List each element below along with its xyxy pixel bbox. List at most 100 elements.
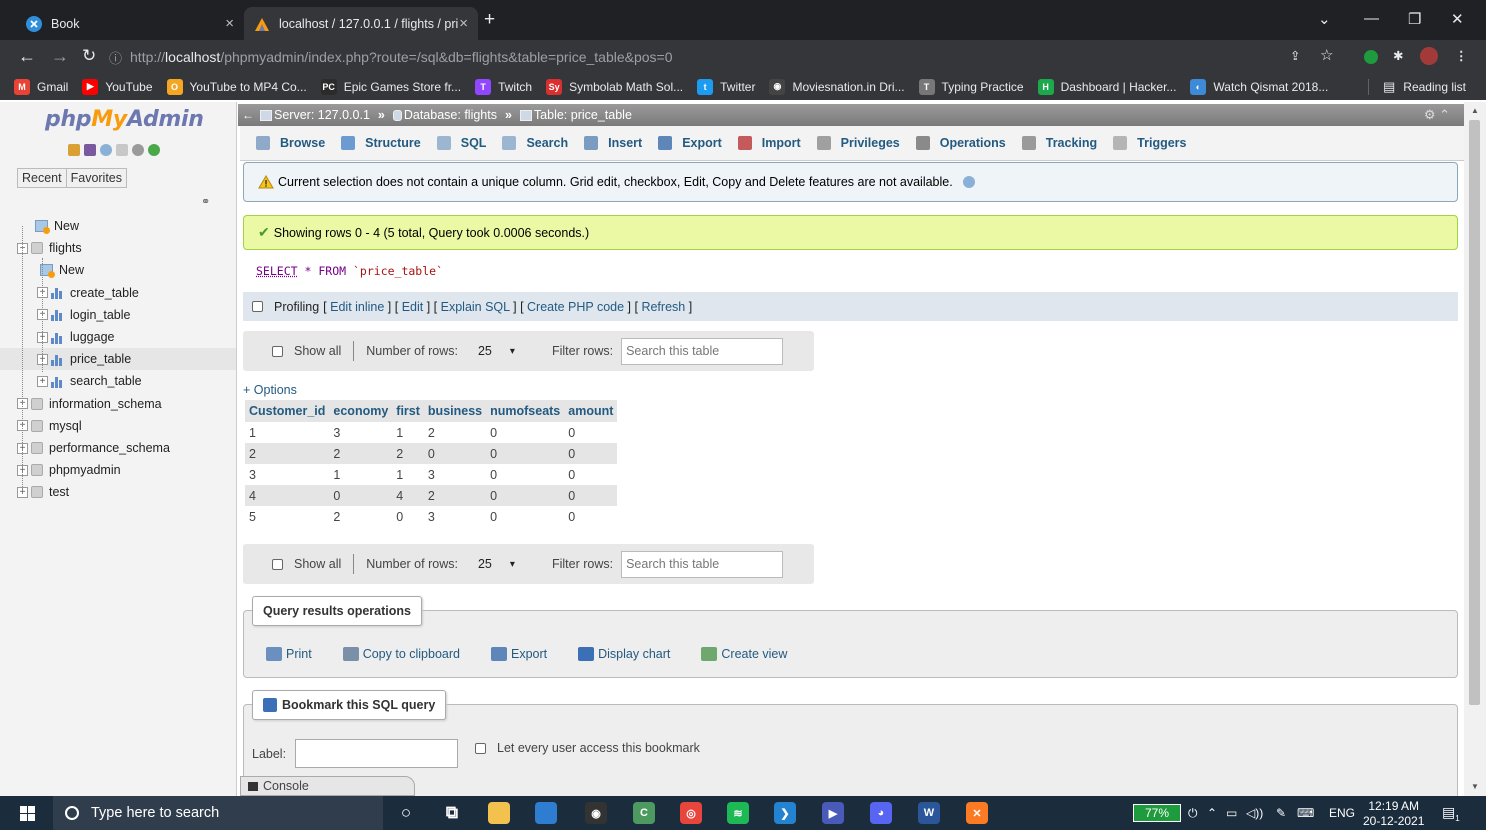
extension-icon[interactable] <box>1364 50 1378 64</box>
share-icon[interactable]: ⇪ <box>1290 48 1300 63</box>
site-info-icon[interactable]: ⓘ <box>109 48 122 67</box>
reading-list-button[interactable]: ▤ Reading list <box>1368 79 1466 95</box>
operation-export[interactable]: Export <box>490 647 547 661</box>
pen-icon[interactable]: ✎ <box>1276 806 1286 820</box>
number-of-rows-select[interactable]: 25 ▾ <box>472 340 521 362</box>
tree-item-table[interactable]: + login_table <box>0 304 236 326</box>
battery-indicator[interactable]: 77% <box>1133 804 1181 822</box>
scrollbar-thumb[interactable] <box>1469 120 1480 705</box>
reload-icon[interactable]: ↻ <box>82 46 96 66</box>
new-tab-button[interactable]: + <box>484 9 495 31</box>
tree-item-db[interactable]: + mysql <box>0 415 236 437</box>
tab-structure[interactable]: Structure <box>335 127 431 160</box>
recent-tab[interactable]: Recent <box>17 168 67 188</box>
page-scrollbar[interactable]: ▲ ▼ <box>1464 102 1486 796</box>
operation-display-chart[interactable]: Display chart <box>578 647 670 661</box>
keyboard-icon[interactable]: ⌨ <box>1297 806 1314 820</box>
tree-item-db[interactable]: + performance_schema <box>0 437 236 459</box>
tab-tracking[interactable]: Tracking <box>1016 127 1107 160</box>
operation-copy-to-clipboard[interactable]: Copy to clipboard <box>342 647 460 661</box>
restore-icon[interactable]: ❐ <box>1408 10 1421 28</box>
home-icon[interactable] <box>68 144 80 156</box>
column-header-business[interactable]: business <box>423 400 487 422</box>
profile-avatar[interactable] <box>1420 47 1438 65</box>
link-with-main-icon[interactable]: ⚭ <box>201 195 210 208</box>
scroll-up-icon[interactable]: ▲ <box>1471 106 1479 115</box>
xampp-icon[interactable]: ✕ <box>966 802 988 824</box>
close-tab-icon[interactable]: × <box>459 15 468 32</box>
word-icon[interactable]: W <box>918 802 940 824</box>
options-link[interactable]: + Options <box>243 383 297 397</box>
forward-icon[interactable]: → <box>51 46 69 67</box>
media-player-icon[interactable]: ▶ <box>822 802 844 824</box>
show-all-checkbox[interactable] <box>272 558 283 570</box>
tree-item-table[interactable]: + luggage <box>0 326 236 348</box>
tab-insert[interactable]: Insert <box>578 127 652 160</box>
bookmark-item[interactable]: Sy Symbolab Math Sol... <box>546 78 683 95</box>
number-of-rows-select[interactable]: 25 ▾ <box>472 553 521 575</box>
notification-center-icon[interactable]: ▤1 <box>1442 804 1460 823</box>
minimize-icon[interactable]: — <box>1364 10 1379 27</box>
collapse-nav-icon[interactable]: ← <box>242 108 254 122</box>
menu-dots-icon[interactable]: ⋮ <box>1455 48 1468 63</box>
reload-nav-icon[interactable] <box>148 144 160 156</box>
back-icon[interactable]: ← <box>18 46 36 67</box>
sql-query-display[interactable]: SELECT * FROM `price_table` <box>243 252 1458 292</box>
operation-create-view[interactable]: Create view <box>701 647 787 661</box>
cortana-icon[interactable]: ○ <box>395 802 417 824</box>
column-header-first[interactable]: first <box>392 400 424 422</box>
vscode-icon[interactable]: ❯ <box>774 802 796 824</box>
tree-item-db[interactable]: + test <box>0 481 236 503</box>
phpmyadmin-logo[interactable]: phpMyAdmin <box>45 107 204 132</box>
help-icon[interactable] <box>100 144 112 156</box>
address-bar[interactable]: ⓘ http://localhost/phpmyadmin/index.php?… <box>109 44 1347 70</box>
bookmark-item[interactable]: ◐ Watch Qismat 2018... <box>1190 78 1328 95</box>
tab-import[interactable]: Import <box>732 127 811 160</box>
bookmark-item[interactable]: O YouTube to MP4 Co... <box>166 78 307 95</box>
bookmark-item[interactable]: t Twitter <box>697 78 755 95</box>
docs-icon[interactable] <box>116 144 128 156</box>
tab-triggers[interactable]: Triggers <box>1107 127 1196 160</box>
bookmark-label-input[interactable] <box>295 739 458 768</box>
column-header-amount[interactable]: amount <box>564 400 618 422</box>
column-header-numofseats[interactable]: numofseats <box>486 400 565 422</box>
task-view-icon[interactable]: ⧉ <box>441 802 463 824</box>
bookmark-item[interactable]: M Gmail <box>14 78 68 95</box>
windows-start-icon[interactable] <box>20 806 35 821</box>
bookmark-item[interactable]: ▶ YouTube <box>82 78 153 95</box>
bookmark-item[interactable]: H Dashboard | Hacker... <box>1037 78 1176 95</box>
extensions-puzzle-icon[interactable]: ✱ <box>1393 48 1403 63</box>
filter-rows-input[interactable]: Search this table <box>621 550 784 578</box>
breadcrumb-server[interactable]: Server: 127.0.0.1 <box>260 108 370 122</box>
tab-operations[interactable]: Operations <box>910 127 1016 160</box>
bookmark-item[interactable]: T Typing Practice <box>918 78 1024 95</box>
bookmark-item[interactable]: PC Epic Games Store fr... <box>320 78 461 95</box>
breadcrumb-table[interactable]: Table: price_table <box>519 108 632 122</box>
show-all-checkbox[interactable] <box>272 345 283 357</box>
tab-sql[interactable]: SQL <box>431 127 497 160</box>
breadcrumb-database[interactable]: Database: flights <box>392 108 497 122</box>
tree-item-db[interactable]: + information_schema <box>0 393 236 415</box>
tree-item-new[interactable]: New <box>0 215 236 237</box>
browser-tab-book[interactable]: Book × <box>16 7 244 40</box>
tree-item-table[interactable]: + search_table <box>0 370 236 392</box>
close-tab-icon[interactable]: × <box>225 15 234 32</box>
taskbar-clock[interactable]: 12:19 AM 20-12-2021 <box>1363 799 1424 829</box>
settings-icon[interactable] <box>132 144 144 156</box>
tree-item-table[interactable]: + create_table <box>0 282 236 304</box>
browser-tab-phpmyadmin[interactable]: localhost / 127.0.0.1 / flights / pri × <box>244 7 478 40</box>
column-header-customer_id[interactable]: Customer_id <box>245 400 330 422</box>
column-header-economy[interactable]: economy <box>329 400 393 422</box>
taskbar-search[interactable]: Type here to search <box>53 796 383 830</box>
bookmark-item[interactable]: T Twitch <box>475 78 532 95</box>
bookmark-item[interactable]: ◉ Moviesnation.in Dri... <box>769 78 905 95</box>
tab-search-icon[interactable]: ⌄ <box>1318 10 1331 28</box>
volume-icon[interactable]: ◁)) <box>1246 806 1263 820</box>
close-window-icon[interactable]: ✕ <box>1451 10 1464 28</box>
show-hidden-icons[interactable]: ⌃ <box>1207 806 1217 820</box>
tab-export[interactable]: Export <box>652 127 732 160</box>
camo-icon[interactable]: C <box>633 802 655 824</box>
refresh-link[interactable]: Refresh <box>641 300 685 314</box>
obs-icon[interactable]: ◉ <box>585 802 607 824</box>
edit-link[interactable]: Edit <box>402 300 424 314</box>
